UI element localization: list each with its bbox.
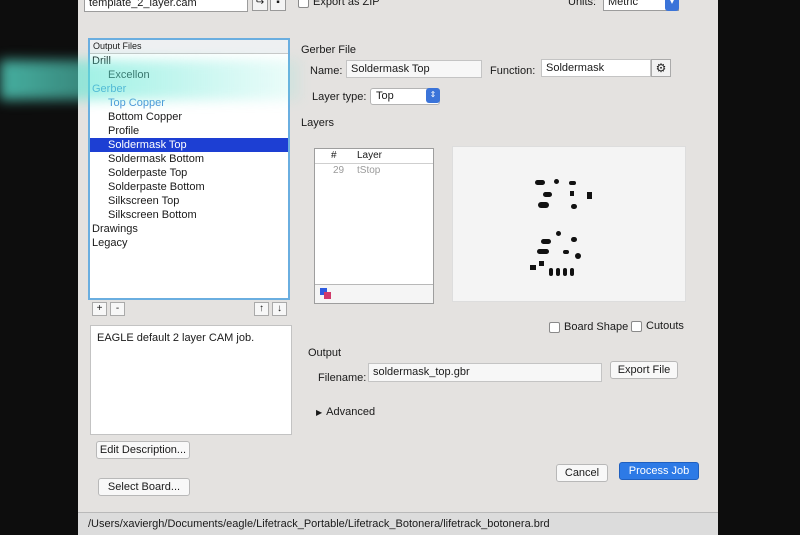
- cam-file-combo[interactable]: template_2_layer.cam: [84, 0, 248, 12]
- remove-output-button[interactable]: -: [110, 302, 125, 316]
- layers-header: # Layer: [315, 149, 433, 164]
- units-select[interactable]: Metric ▾: [603, 0, 679, 11]
- col-number-header: #: [331, 150, 337, 161]
- layer-type-label: Layer type:: [312, 91, 367, 103]
- tree-item-bottom-copper[interactable]: Bottom Copper: [90, 110, 288, 124]
- export-zip-label: Export as ZIP: [313, 0, 380, 8]
- tree-header: Output Files: [90, 40, 288, 54]
- advanced-expander[interactable]: ▶ Advanced: [316, 406, 375, 418]
- export-file-button[interactable]: Export File: [610, 361, 678, 379]
- board-shape-checkbox[interactable]: Board Shape: [549, 321, 628, 333]
- layer-color-icon[interactable]: [320, 288, 332, 300]
- job-description[interactable]: EAGLE default 2 layer CAM job.: [90, 325, 292, 435]
- layers-footer: [315, 284, 433, 303]
- save-icon[interactable]: ▪: [270, 0, 286, 11]
- tree-item-profile[interactable]: Profile: [90, 124, 288, 138]
- layer-row[interactable]: 29 tStop: [315, 164, 433, 178]
- move-up-button[interactable]: ↑: [254, 302, 269, 316]
- gerber-file-title: Gerber File: [301, 44, 357, 56]
- units-value: Metric: [608, 0, 638, 8]
- add-output-button[interactable]: +: [92, 302, 107, 316]
- cutouts-check-icon[interactable]: [631, 320, 642, 332]
- select-board-button[interactable]: Select Board...: [98, 478, 190, 496]
- layer-type-value: Top: [376, 90, 394, 102]
- col-layer-header: Layer: [357, 150, 383, 161]
- filename-field[interactable]: soldermask_top.gbr: [368, 363, 602, 382]
- output-title: Output: [308, 347, 342, 359]
- cancel-button[interactable]: Cancel: [556, 464, 608, 482]
- tree-item-silkscreen-top[interactable]: Silkscreen Top: [90, 194, 288, 208]
- name-label: Name:: [310, 65, 343, 77]
- layer-number: 29: [333, 165, 345, 176]
- tree-item-soldermask-bottom[interactable]: Soldermask Bottom: [90, 152, 288, 166]
- function-field[interactable]: Soldermask: [541, 59, 651, 77]
- board-shape-check-icon[interactable]: [549, 321, 560, 333]
- layer-name: tStop: [357, 165, 381, 176]
- layers-title: Layers: [301, 117, 335, 129]
- tree-toolbar: + - ↑ ↓: [88, 300, 294, 318]
- output-files-tree[interactable]: Output Files Drill Excellon Gerber Top C…: [88, 38, 290, 300]
- units-label: Units:: [568, 0, 597, 8]
- move-down-button[interactable]: ↓: [272, 302, 287, 316]
- top-toolbar: template_2_layer.cam ↪ ▪ Export as ZIP U…: [78, 0, 718, 14]
- tree-item-top-copper[interactable]: Top Copper: [90, 96, 288, 110]
- tree-item-drill[interactable]: Drill: [90, 54, 288, 68]
- layer-preview: [452, 146, 686, 302]
- cam-processor-window: template_2_layer.cam ↪ ▪ Export as ZIP U…: [78, 0, 718, 535]
- tree-item-gerber[interactable]: Gerber: [90, 82, 288, 96]
- board-shape-label: Board Shape: [564, 321, 629, 333]
- tree-item-silkscreen-bottom[interactable]: Silkscreen Bottom: [90, 208, 288, 222]
- tree-item-drawings[interactable]: Drawings: [90, 222, 288, 236]
- filename-label: Filename:: [318, 372, 367, 384]
- export-zip-check-icon[interactable]: [298, 0, 309, 8]
- chevron-down-icon[interactable]: ▾: [665, 0, 679, 11]
- tree-item-legacy[interactable]: Legacy: [90, 236, 288, 250]
- cutouts-label: Cutouts: [646, 320, 684, 332]
- export-zip-checkbox[interactable]: Export as ZIP: [298, 0, 380, 8]
- layers-list[interactable]: # Layer 29 tStop: [314, 148, 434, 304]
- preview-pads-graphic: [530, 179, 592, 276]
- layer-type-select[interactable]: Top ⇕: [370, 88, 440, 105]
- advanced-label: Advanced: [326, 406, 376, 418]
- edit-description-button[interactable]: Edit Description...: [96, 441, 190, 459]
- cutouts-checkbox[interactable]: Cutouts: [631, 320, 684, 332]
- process-job-button[interactable]: Process Job: [619, 462, 699, 480]
- function-label: Function:: [490, 65, 536, 77]
- tree-item-excellon[interactable]: Excellon: [90, 68, 288, 82]
- tree-item-solderpaste-bottom[interactable]: Solderpaste Bottom: [90, 180, 288, 194]
- chevron-updown-icon[interactable]: ⇕: [426, 88, 440, 103]
- tree-item-solderpaste-top[interactable]: Solderpaste Top: [90, 166, 288, 180]
- gear-icon[interactable]: ⚙: [651, 59, 671, 77]
- open-icon[interactable]: ↪: [252, 0, 268, 11]
- status-bar-path: /Users/xaviergh/Documents/eagle/Lifetrac…: [78, 512, 718, 535]
- name-field[interactable]: Soldermask Top: [346, 60, 482, 78]
- tree-item-soldermask-top[interactable]: Soldermask Top: [90, 138, 288, 152]
- disclosure-triangle-icon[interactable]: ▶: [316, 408, 322, 417]
